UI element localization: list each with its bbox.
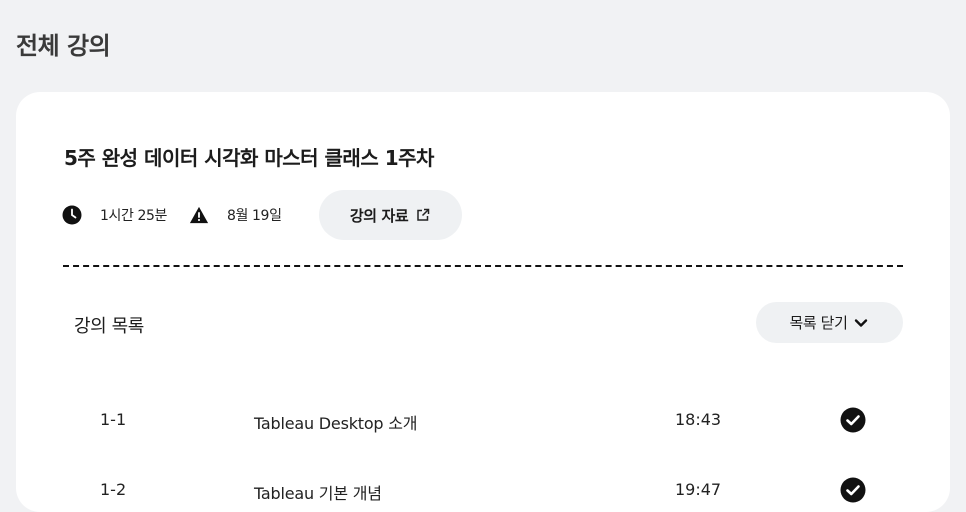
clock-icon (62, 205, 82, 225)
lecture-row[interactable]: 1-2 Tableau 기본 개념 19:47 (16, 470, 950, 510)
lecture-title[interactable]: Tableau 기본 개념 (254, 480, 382, 504)
section-divider (63, 265, 903, 267)
course-title: 5주 완성 데이터 시각화 마스터 클래스 1주차 (64, 146, 434, 170)
external-link-icon (416, 208, 430, 222)
course-meta: 1시간 25분 8월 19일 강의 자료 (62, 190, 462, 240)
course-date: 8월 19일 (227, 208, 282, 224)
lecture-number: 1-2 (100, 480, 127, 499)
check-circle-icon (840, 407, 866, 433)
lecture-duration: 19:47 (675, 480, 722, 499)
check-circle-icon (840, 477, 866, 503)
lecture-title[interactable]: Tableau Desktop 소개 (254, 410, 418, 434)
warning-icon (189, 205, 209, 225)
chevron-down-icon (853, 315, 869, 331)
course-duration: 1시간 25분 (100, 208, 168, 224)
lecture-duration: 18:43 (675, 410, 722, 429)
course-materials-button[interactable]: 강의 자료 (318, 190, 462, 240)
lecture-row[interactable]: 1-1 Tableau Desktop 소개 18:43 (16, 400, 950, 440)
close-list-label: 목록 닫기 (789, 314, 848, 332)
lecture-list-heading: 강의 목록 (74, 316, 144, 337)
course-card: 5주 완성 데이터 시각화 마스터 클래스 1주차 1시간 25분 8월 19일… (16, 92, 950, 512)
page-title: 전체 강의 (16, 32, 111, 60)
close-list-button[interactable]: 목록 닫기 (756, 302, 903, 343)
course-materials-label: 강의 자료 (349, 206, 409, 225)
lecture-number: 1-1 (100, 410, 127, 429)
